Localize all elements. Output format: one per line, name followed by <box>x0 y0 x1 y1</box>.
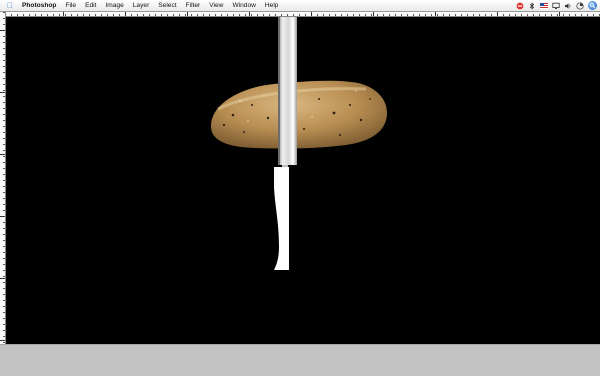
menu-photoshop[interactable]: Photoshop <box>20 0 61 11</box>
spotlight-icon[interactable] <box>588 1 597 10</box>
ruler-major-tick <box>249 12 250 16</box>
ruler-major-tick <box>373 12 374 16</box>
menu-layer[interactable]: Layer <box>128 0 154 11</box>
apple-icon[interactable]:  <box>0 0 20 11</box>
ruler-major-tick <box>435 12 436 16</box>
ruler-major-tick <box>0 92 5 93</box>
menu-filter[interactable]: Filter <box>181 0 205 11</box>
menu-edit[interactable]: Edit <box>81 0 101 11</box>
menu-view[interactable]: View <box>205 0 228 11</box>
ruler-major-tick <box>187 12 188 16</box>
bread-roll[interactable] <box>210 80 387 149</box>
ruler-major-tick <box>0 278 5 279</box>
menu-file[interactable]: File <box>61 0 81 11</box>
ruler-major-tick <box>125 12 126 16</box>
pasteboard <box>0 344 600 376</box>
ruler-major-tick <box>0 340 5 341</box>
document-canvas[interactable] <box>6 17 600 344</box>
volume-icon[interactable] <box>564 2 572 10</box>
menu-bar:  Photoshop File Edit Image Layer Select… <box>0 0 600 12</box>
ruler-major-tick <box>311 12 312 16</box>
menu-select[interactable]: Select <box>154 0 181 11</box>
ruler-major-tick <box>63 12 64 16</box>
menu-help[interactable]: Help <box>260 0 283 11</box>
us-flag-icon[interactable] <box>540 2 548 10</box>
battery-icon[interactable] <box>576 1 584 10</box>
no-entry-icon[interactable] <box>516 2 524 10</box>
menu-image[interactable]: Image <box>101 0 128 11</box>
menu-window[interactable]: Window <box>228 0 260 11</box>
ruler-major-tick <box>559 12 560 16</box>
menu-extras <box>516 0 597 11</box>
ruler-major-tick <box>0 30 5 31</box>
display-icon[interactable] <box>552 2 560 10</box>
ruler-major-tick <box>0 216 5 217</box>
ruler-major-tick <box>497 12 498 16</box>
ruler-major-tick <box>0 154 5 155</box>
bluetooth-icon[interactable] <box>528 1 536 10</box>
